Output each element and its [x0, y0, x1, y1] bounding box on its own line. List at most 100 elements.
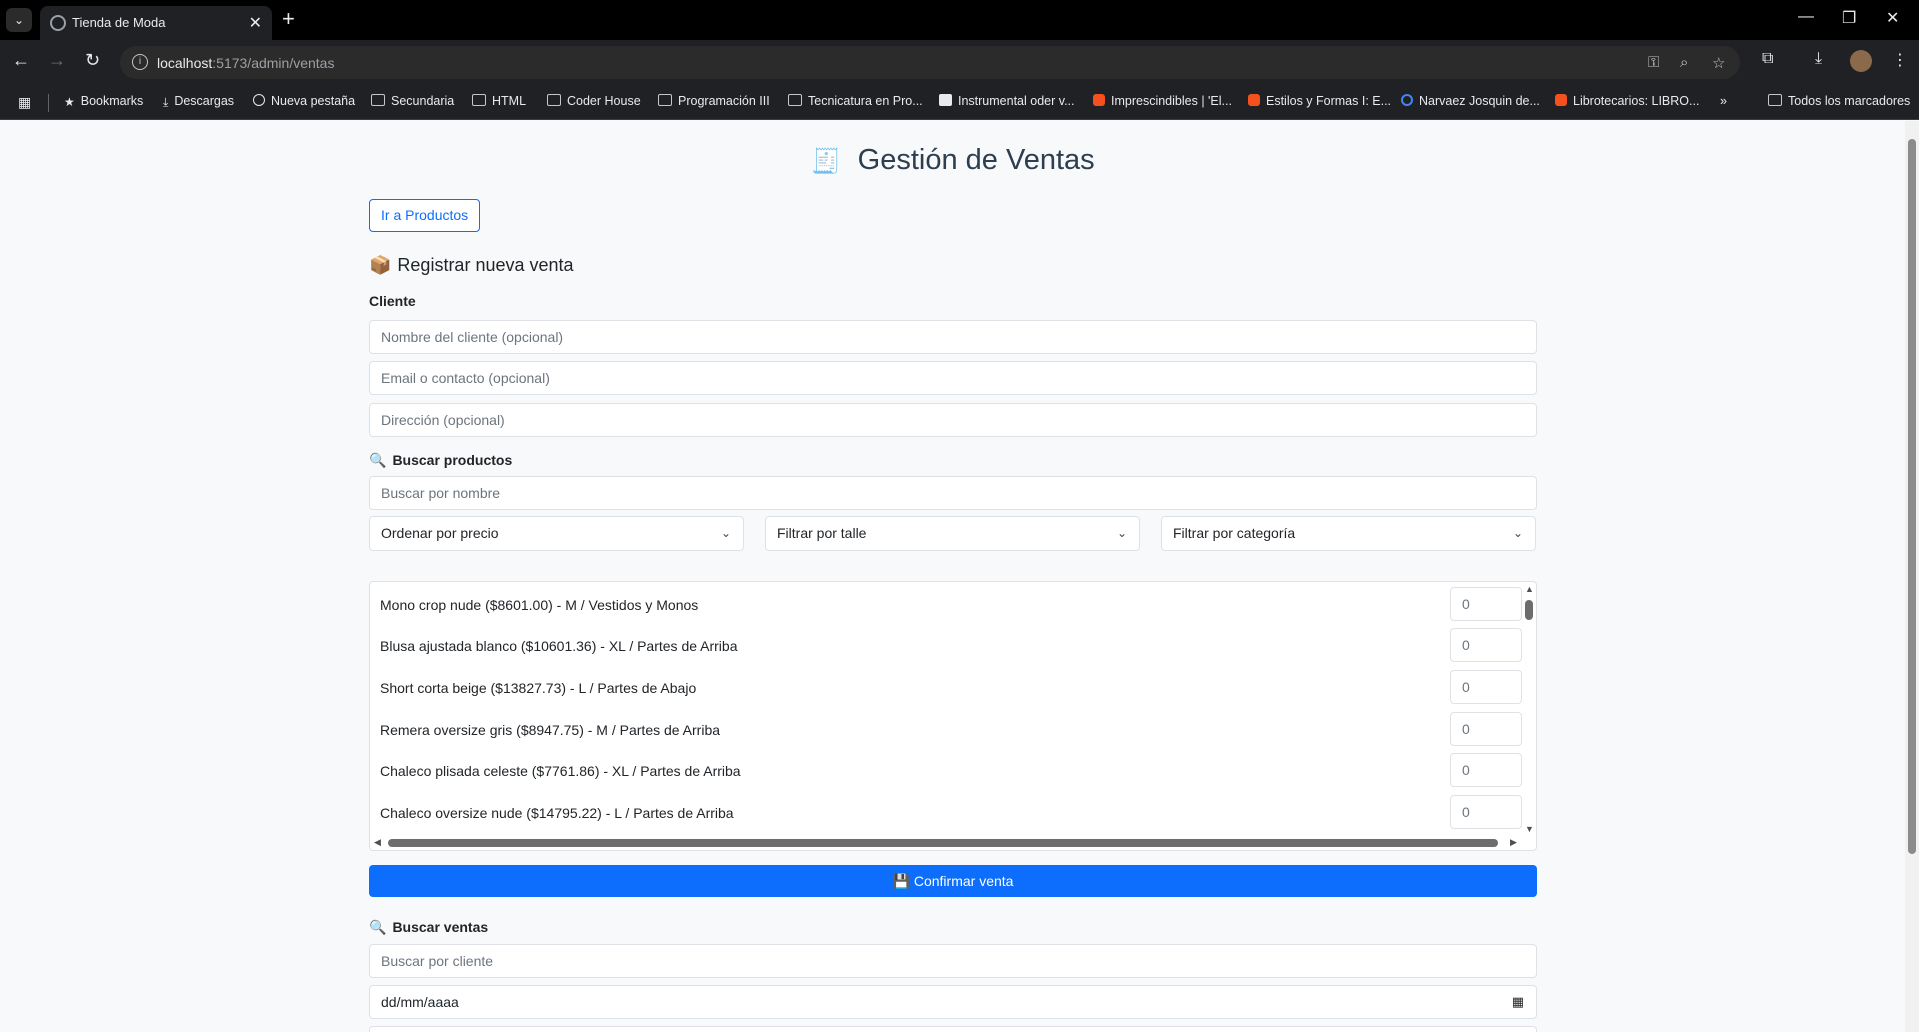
more-bookmarks-icon[interactable]: »: [1720, 94, 1727, 108]
product-list-horizontal-scrollbar[interactable]: ◀ ▶: [370, 836, 1524, 850]
filter-size-select[interactable]: Filtrar por talle ⌄: [765, 516, 1140, 551]
list-item: Chaleco oversize nude ($14795.22) - L / …: [380, 795, 1522, 831]
client-email-input[interactable]: Email o contacto (opcional): [369, 361, 1537, 395]
quantity-input[interactable]: 0: [1450, 587, 1522, 621]
browser-tab-strip: ⌄ Tienda de Moda ✕ + — ❐ ✕: [0, 0, 1919, 40]
blogger-icon: [1248, 94, 1260, 106]
bookmark-item[interactable]: Librotecarios: LIBRO...: [1555, 94, 1699, 108]
product-label: Mono crop nude ($8601.00) - M / Vestidos…: [380, 597, 699, 613]
scroll-up-icon[interactable]: ▲: [1525, 584, 1534, 594]
search-sales-input[interactable]: Buscar por cliente: [369, 944, 1537, 978]
page-scrollbar[interactable]: [1905, 121, 1919, 1032]
bookmark-item[interactable]: Instrumental oder v...: [939, 94, 1075, 108]
apps-grid-icon[interactable]: ▦: [18, 94, 31, 111]
search-sales-heading: 🔍 Buscar ventas: [369, 919, 489, 935]
register-sale-heading: 📦 Registrar nueva venta: [369, 255, 574, 275]
product-label: Blusa ajustada blanco ($10601.36) - XL /…: [380, 638, 738, 654]
search-icon: 🔍: [369, 452, 387, 468]
folder-icon: [472, 94, 486, 106]
bookmark-folder[interactable]: Coder House: [547, 94, 641, 108]
bookmarks-bar: ▦ ★ Bookmarks ⤓ Descargas Nueva pestaña Se…: [0, 85, 1919, 120]
restore-icon[interactable]: ❐: [1842, 8, 1856, 28]
confirm-sale-button[interactable]: 💾 Confirmar venta: [369, 865, 1537, 897]
folder-icon: [658, 94, 672, 106]
client-address-input[interactable]: Dirección (opcional): [369, 403, 1537, 437]
chevron-down-icon: ⌄: [1512, 526, 1523, 540]
list-item: Mono crop nude ($8601.00) - M / Vestidos…: [380, 587, 1522, 623]
client-name-input[interactable]: Nombre del cliente (opcional): [369, 320, 1537, 354]
client-label: Cliente: [369, 293, 416, 309]
google-icon: [1401, 94, 1413, 106]
site-info-icon[interactable]: i: [132, 54, 148, 70]
all-bookmarks[interactable]: Todos los marcadores: [1768, 94, 1910, 108]
scroll-down-icon[interactable]: ▼: [1525, 824, 1534, 834]
site-icon: [939, 94, 952, 106]
page-viewport: 🧾 Gestión de Ventas Ir a Productos 📦 Regi…: [0, 121, 1919, 1032]
sort-price-select[interactable]: Ordenar por precio ⌄: [369, 516, 744, 551]
star-icon: ★: [64, 95, 75, 109]
zoom-icon[interactable]: ⌕: [1680, 54, 1688, 71]
password-key-icon[interactable]: ⚿: [1648, 54, 1659, 71]
scroll-left-icon[interactable]: ◀: [374, 837, 381, 848]
go-products-button[interactable]: Ir a Productos: [369, 199, 481, 232]
bookmark-star-icon[interactable]: ☆: [1712, 54, 1725, 72]
save-icon: 💾: [892, 873, 914, 889]
downloads-icon[interactable]: ⤓: [1815, 50, 1822, 68]
scrollbar-thumb[interactable]: [388, 839, 1498, 847]
list-item: Short corta beige ($13827.73) - L / Part…: [380, 670, 1522, 706]
product-list[interactable]: Mono crop nude ($8601.00) - M / Vestidos…: [369, 581, 1537, 851]
search-products-input[interactable]: Buscar por nombre: [369, 476, 1537, 510]
filter-category-select[interactable]: Filtrar por categoría ⌄: [1161, 516, 1536, 551]
reload-icon[interactable]: ↻: [85, 50, 100, 71]
browser-tab[interactable]: Tienda de Moda ✕: [40, 6, 272, 40]
extensions-icon[interactable]: ⧉: [1762, 50, 1773, 68]
bookmark-folder[interactable]: HTML: [472, 94, 526, 108]
bookmark-folder[interactable]: Secundaria: [371, 94, 454, 108]
address-bar[interactable]: i localhost:5173/admin/ventas ⚿ ⌕ ☆: [120, 46, 1740, 79]
bookmark-item[interactable]: ★ Bookmarks: [64, 94, 143, 109]
bookmark-item[interactable]: Imprescindibles | 'El...: [1093, 94, 1232, 108]
quantity-input[interactable]: 0: [1450, 670, 1522, 704]
tab-close-icon[interactable]: ✕: [249, 13, 262, 33]
product-list-vertical-scrollbar[interactable]: ▲ ▼: [1522, 582, 1536, 837]
window-close-icon[interactable]: ✕: [1886, 8, 1899, 28]
minimize-icon[interactable]: —: [1798, 8, 1814, 26]
product-label: Chaleco plisada celeste ($7761.86) - XL …: [380, 763, 741, 779]
scrollbar-thumb[interactable]: [1908, 139, 1916, 854]
bookmark-folder[interactable]: Programación III: [658, 94, 770, 108]
list-item: Remera oversize gris ($8947.75) - M / Pa…: [380, 712, 1522, 748]
browser-toolbar: ← → ↻ i localhost:5173/admin/ventas ⚿ ⌕ …: [0, 40, 1919, 85]
menu-icon[interactable]: ⋮: [1892, 50, 1908, 70]
tab-search-icon[interactable]: ⌄: [6, 8, 32, 32]
scrollbar-thumb[interactable]: [1525, 600, 1533, 620]
quantity-input[interactable]: 0: [1450, 795, 1522, 829]
quantity-input[interactable]: 0: [1450, 753, 1522, 787]
bookmark-folder[interactable]: Tecnicatura en Pro...: [788, 94, 923, 108]
bookmark-item[interactable]: Estilos y Formas I: E...: [1248, 94, 1391, 108]
next-field-input[interactable]: [369, 1026, 1537, 1032]
receipt-icon: 🧾: [811, 148, 842, 175]
globe-icon: [50, 15, 66, 31]
back-icon[interactable]: ←: [12, 50, 30, 71]
product-label: Short corta beige ($13827.73) - L / Part…: [380, 680, 697, 696]
forward-icon[interactable]: →: [48, 50, 66, 71]
folder-icon: [788, 94, 802, 106]
scroll-right-icon[interactable]: ▶: [1510, 837, 1517, 848]
bookmark-item[interactable]: Narvaez Josquin de...: [1401, 94, 1540, 108]
blogger-icon: [1555, 94, 1567, 106]
quantity-input[interactable]: 0: [1450, 628, 1522, 662]
profile-avatar[interactable]: [1850, 50, 1872, 72]
page-header: 🧾 Gestión de Ventas: [369, 144, 1537, 186]
list-item: Blusa ajustada blanco ($10601.36) - XL /…: [380, 628, 1522, 664]
new-tab-icon[interactable]: +: [282, 6, 295, 32]
list-item: Chaleco plisada celeste ($7761.86) - XL …: [380, 753, 1522, 789]
bookmark-item[interactable]: ⤓ Descargas: [163, 94, 234, 110]
calendar-icon[interactable]: ▦: [1512, 986, 1524, 1018]
quantity-input[interactable]: 0: [1450, 712, 1522, 746]
folder-icon: [1768, 94, 1782, 106]
chevron-down-icon: ⌄: [1116, 526, 1127, 540]
bookmark-item[interactable]: Nueva pestaña: [253, 94, 355, 108]
folder-icon: [547, 94, 561, 106]
sale-date-input[interactable]: dd/mm/aaaa ▦: [369, 985, 1537, 1019]
globe-icon: [253, 94, 265, 106]
